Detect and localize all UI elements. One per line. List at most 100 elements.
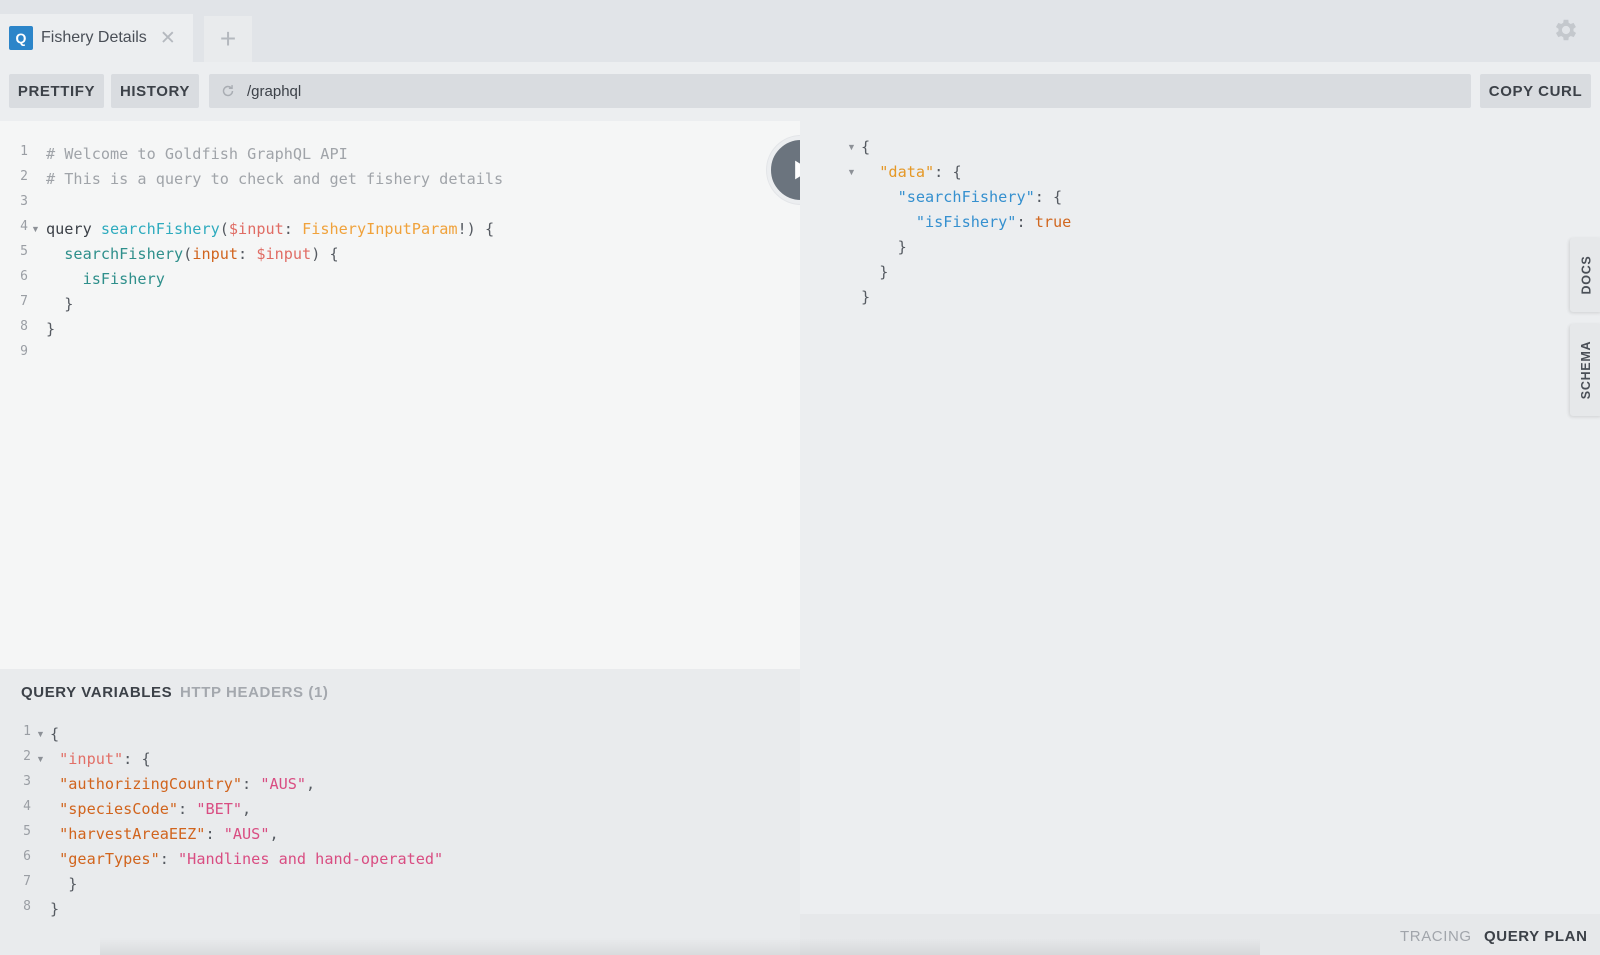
code-line: searchFishery(input: $input) { — [46, 242, 339, 267]
code-line: "searchFishery": { — [861, 185, 1063, 210]
code-line: "isFishery": true — [861, 210, 1071, 235]
tab-http-headers[interactable]: HTTP HEADERS (1) — [180, 684, 329, 701]
code-line: "authorizingCountry": "AUS", — [50, 772, 315, 797]
code-line: } — [50, 897, 59, 922]
add-tab-button[interactable]: + — [204, 16, 252, 62]
code-line: } — [46, 317, 55, 342]
code-line: isFishery — [46, 267, 165, 292]
line-number: 9 — [20, 344, 28, 359]
code-token: : — [283, 220, 303, 238]
tab-query-variables[interactable]: QUERY VARIABLES — [21, 684, 172, 701]
code-token: { — [861, 138, 871, 156]
query-editor[interactable]: 1 # Welcome to Goldfish GraphQL API 2 # Thi… — [0, 121, 800, 669]
code-token: } — [46, 320, 56, 338]
code-token: "Handlines and hand-operated" — [178, 850, 444, 868]
code-token: : — [205, 825, 224, 843]
close-icon[interactable]: ✕ — [160, 29, 176, 48]
history-button[interactable]: HISTORY — [111, 74, 199, 108]
code-token: "speciesCode" — [50, 800, 179, 818]
variables-panel: QUERY VARIABLES HTTP HEADERS (1) 1 ▼ {2 ▼ "… — [0, 669, 800, 955]
fold-arrow-icon[interactable]: ▼ — [31, 217, 40, 242]
code-token: $input — [256, 245, 312, 263]
endpoint-url-input[interactable] — [247, 82, 1447, 100]
line-number: 6 — [20, 269, 28, 284]
code-token: } — [50, 875, 78, 893]
bottom-shadow — [100, 938, 1260, 955]
code-token: : { — [123, 750, 151, 768]
fold-arrow-icon[interactable]: ▼ — [847, 160, 856, 185]
code-token: "gearTypes" — [50, 850, 160, 868]
code-token: : — [238, 245, 257, 263]
code-line: } — [861, 235, 907, 260]
reload-icon[interactable] — [219, 82, 237, 100]
tab-fishery-details[interactable]: Q Fishery Details ✕ — [0, 14, 193, 62]
line-number: 1 — [20, 144, 28, 159]
code-token: "isFishery" — [861, 213, 1017, 231]
line-number: 3 — [20, 194, 28, 209]
fold-arrow-icon[interactable]: ▼ — [847, 135, 856, 160]
code-token: : { — [1034, 188, 1063, 206]
code-line: query searchFishery($input: FisheryInput… — [46, 217, 494, 242]
endpoint-url-bar — [209, 74, 1471, 108]
code-token: query — [46, 220, 101, 238]
tracing-tab[interactable]: TRACING — [1400, 928, 1472, 945]
schema-label: SCHEMA — [1579, 340, 1593, 400]
line-number: 7 — [23, 874, 31, 889]
code-token: ( — [219, 220, 229, 238]
line-number: 3 — [23, 774, 31, 789]
code-token: : — [159, 850, 179, 868]
code-token: , — [306, 775, 316, 793]
code-token: } — [861, 238, 907, 256]
code-line: # Welcome to Goldfish GraphQL API — [46, 142, 348, 167]
code-token: { — [50, 725, 60, 743]
query-badge-icon: Q — [9, 26, 33, 50]
toolbar: PRETTIFY HISTORY COPY CURL — [0, 62, 1600, 121]
code-token: "AUS" — [223, 825, 270, 843]
code-line: { — [50, 722, 59, 747]
line-number: 8 — [23, 899, 31, 914]
fold-arrow-icon[interactable]: ▼ — [36, 722, 45, 747]
code-line: "speciesCode": "BET", — [50, 797, 251, 822]
code-token: searchFishery — [100, 220, 220, 238]
code-token: } — [861, 263, 889, 281]
code-token: isFishery — [46, 270, 165, 288]
code-token: : — [178, 800, 197, 818]
code-token: "BET" — [196, 800, 243, 818]
code-token: !) { — [457, 220, 495, 238]
code-line: "data": { — [861, 160, 962, 185]
code-line: { — [861, 135, 870, 160]
code-token: "searchFishery" — [861, 188, 1035, 206]
code-token: , — [242, 800, 252, 818]
schema-side-tab[interactable]: SCHEMA — [1570, 324, 1600, 416]
docs-side-tab[interactable]: DOCS — [1570, 238, 1600, 312]
code-token: } — [861, 288, 871, 306]
line-number: 5 — [23, 824, 31, 839]
prettify-button[interactable]: PRETTIFY — [9, 74, 104, 108]
code-token: "data" — [861, 163, 935, 181]
code-line: } — [861, 285, 870, 310]
code-token: # Welcome to Goldfish GraphQL API — [46, 145, 348, 163]
line-number: 2 — [20, 169, 28, 184]
code-token: searchFishery — [46, 245, 184, 263]
line-number: 7 — [20, 294, 28, 309]
fold-arrow-icon[interactable]: ▼ — [36, 747, 45, 772]
line-number: 4 — [23, 799, 31, 814]
code-line: } — [50, 872, 77, 897]
variables-editor[interactable]: 1 ▼{2 ▼ "input": {3 "authorizingCountry": … — [0, 715, 800, 955]
code-line: "input": { — [50, 747, 151, 772]
code-token: , — [269, 825, 279, 843]
query-plan-tab[interactable]: QUERY PLAN — [1484, 928, 1588, 945]
line-number: 8 — [20, 319, 28, 334]
code-token: } — [46, 295, 74, 313]
code-token: } — [50, 900, 60, 918]
code-token: ) { — [311, 245, 339, 263]
tab-bar: Q Fishery Details ✕ + — [0, 0, 1600, 62]
code-token: # This is a query to check and get fishe… — [46, 170, 504, 188]
code-token: : { — [934, 163, 962, 181]
copy-curl-button[interactable]: COPY CURL — [1480, 74, 1591, 108]
code-line: "gearTypes": "Handlines and hand-operate… — [50, 847, 443, 872]
tab-title: Fishery Details — [41, 29, 147, 46]
code-token: : — [242, 775, 261, 793]
code-token: "AUS" — [260, 775, 307, 793]
gear-icon[interactable] — [1552, 16, 1580, 44]
